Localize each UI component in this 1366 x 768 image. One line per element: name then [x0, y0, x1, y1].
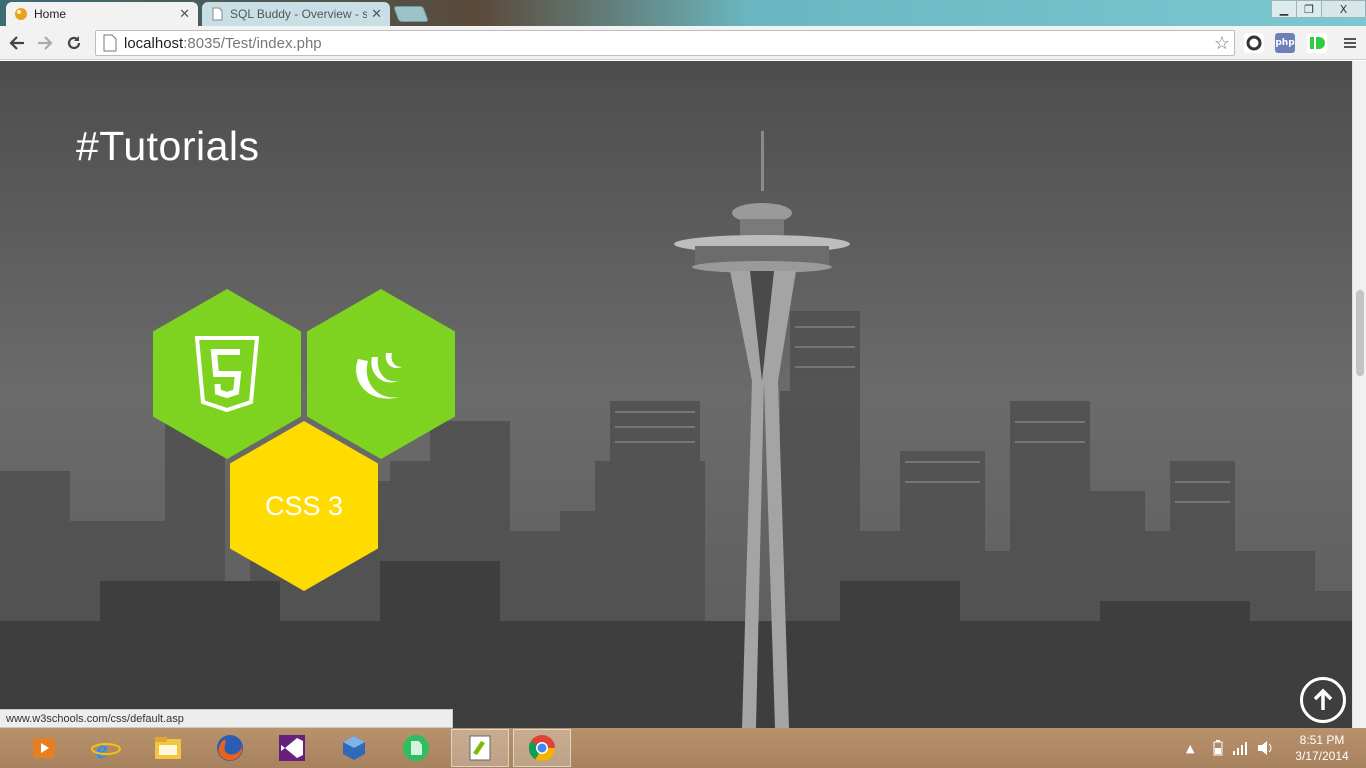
system-clock[interactable]: 8:51 PM 3/17/2014 — [1284, 732, 1360, 764]
new-tab-button[interactable] — [393, 6, 429, 22]
favicon-icon — [15, 8, 27, 20]
browser-toolbar: localhost:8035/Test/index.php ☆ php — [0, 26, 1366, 60]
volume-icon[interactable] — [1256, 728, 1274, 768]
forward-arrow-icon[interactable] — [34, 32, 56, 54]
php-extension-icon[interactable]: php — [1275, 33, 1295, 53]
tab-title: Home — [34, 7, 67, 21]
tab-home[interactable]: Home ✕ — [6, 2, 198, 26]
html5-icon — [194, 336, 260, 412]
chrome-icon[interactable] — [513, 729, 571, 767]
status-bar-url: www.w3schools.com/css/default.asp — [0, 709, 453, 728]
page-title: #Tutorials — [76, 123, 260, 169]
tab-sql-buddy[interactable]: SQL Buddy - Overview - sp ✕ — [202, 2, 390, 26]
maximize-button[interactable]: ❐ — [1296, 0, 1322, 18]
clock-time: 8:51 PM — [1299, 733, 1345, 747]
page-viewport: #Tutorials CSS 3 www.w3schools.com/css/d… — [0, 61, 1352, 728]
virtualbox-icon[interactable] — [325, 729, 383, 767]
windows-media-player-icon[interactable] — [15, 729, 73, 767]
back-arrow-icon[interactable] — [6, 32, 28, 54]
notepad-plus-plus-icon[interactable] — [451, 729, 509, 767]
extension-circle-icon[interactable] — [1244, 33, 1264, 53]
internet-explorer-icon[interactable]: e — [77, 729, 135, 767]
close-window-button[interactable]: X — [1321, 0, 1366, 18]
visual-studio-icon[interactable] — [263, 729, 321, 767]
file-explorer-icon[interactable] — [139, 729, 197, 767]
jquery-icon — [356, 353, 402, 399]
page-icon — [103, 34, 117, 52]
reload-icon[interactable] — [63, 32, 85, 54]
menu-icon[interactable] — [1340, 33, 1360, 53]
svg-text:e: e — [96, 735, 108, 763]
bookmark-star-icon[interactable]: ☆ — [1214, 33, 1230, 54]
battery-icon[interactable] — [1212, 728, 1224, 768]
minimize-button[interactable]: ▁ — [1271, 0, 1297, 18]
network-signal-icon[interactable] — [1232, 728, 1248, 768]
url-host: localhost — [124, 34, 184, 52]
firefox-icon[interactable] — [201, 729, 259, 767]
tab-close-icon[interactable]: ✕ — [371, 6, 382, 22]
tab-close-icon[interactable]: ✕ — [179, 6, 190, 22]
scroll-to-top-button[interactable] — [1300, 677, 1346, 723]
windows-taskbar: e ▲ 8:51 PM 3/17/2014 — [0, 728, 1366, 768]
browser-titlebar: Home ✕ SQL Buddy - Overview - sp ✕ ▁ ❐ X — [0, 0, 1366, 26]
show-hidden-icons-button[interactable]: ▲ — [1186, 728, 1194, 768]
clock-date: 3/17/2014 — [1295, 749, 1349, 763]
arrow-up-icon — [1313, 688, 1333, 710]
extension-green-icon[interactable] — [1307, 33, 1327, 53]
vertical-scrollbar[interactable] — [1352, 61, 1366, 728]
url-path: :8035/Test/index.php — [183, 34, 322, 52]
tab-title: SQL Buddy - Overview - sp — [230, 7, 368, 21]
document-icon — [212, 7, 223, 21]
evernote-icon[interactable] — [387, 729, 445, 767]
address-bar[interactable]: localhost:8035/Test/index.php ☆ — [95, 30, 1235, 56]
scrollbar-thumb[interactable] — [1356, 290, 1364, 376]
